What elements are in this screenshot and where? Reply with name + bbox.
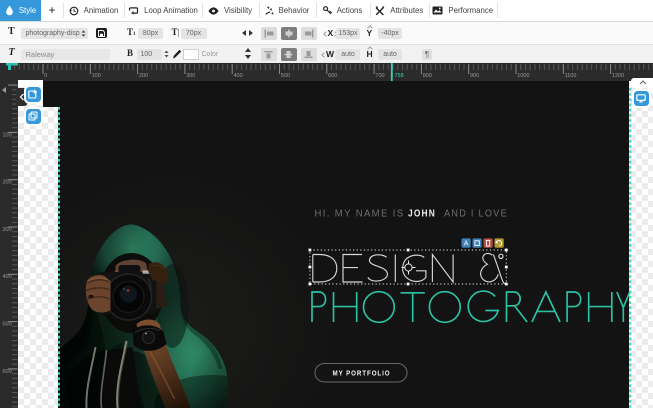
svg-text:1000: 1000 [517, 73, 529, 79]
svg-text:400: 400 [234, 73, 243, 79]
svg-text:1200: 1200 [612, 73, 624, 79]
svg-text:600: 600 [3, 369, 12, 375]
svg-text:100: 100 [92, 73, 101, 79]
svg-text:JOHN: JOHN [408, 208, 436, 220]
svg-text:A: A [463, 241, 468, 248]
svg-text:200: 200 [3, 180, 12, 186]
svg-text:400: 400 [3, 274, 12, 280]
svg-text:600: 600 [328, 73, 337, 79]
svg-text:500: 500 [3, 322, 12, 328]
svg-text:AND I LOVE: AND I LOVE [444, 208, 508, 220]
svg-text:800: 800 [423, 73, 432, 79]
svg-text:HI. MY NAME IS: HI. MY NAME IS [314, 208, 404, 220]
svg-text:1100: 1100 [565, 73, 577, 79]
svg-text:700: 700 [375, 73, 384, 79]
svg-text:300: 300 [3, 227, 12, 233]
svg-text:300: 300 [186, 73, 195, 79]
svg-text:758: 758 [395, 73, 404, 79]
svg-text:100: 100 [3, 132, 12, 138]
svg-text:MY PORTFOLIO: MY PORTFOLIO [332, 368, 390, 377]
svg-text:0: 0 [44, 73, 47, 79]
svg-text:900: 900 [470, 73, 479, 79]
svg-text:500: 500 [281, 73, 290, 79]
svg-text:200: 200 [139, 73, 148, 79]
